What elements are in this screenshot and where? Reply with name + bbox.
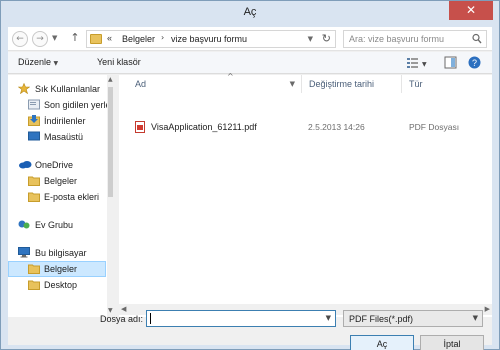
view-dropdown-icon[interactable]: ▼ [422, 58, 427, 68]
breadcrumb-overflow[interactable]: « [107, 33, 112, 43]
nav-item-label: Sık Kullanılanlar [35, 84, 101, 94]
breadcrumb-separator-icon[interactable]: › [161, 33, 164, 42]
nav-item-homegroup[interactable]: Ev Grubu [8, 217, 106, 233]
nav-item-onedrive[interactable]: OneDrive [8, 157, 106, 173]
organize-label: Düzenle [18, 57, 52, 67]
view-options-icon[interactable] [406, 56, 419, 69]
scroll-down-icon[interactable]: ▼ [108, 307, 113, 314]
file-name: VisaApplication_61211.pdf [151, 122, 257, 132]
file-type-filter[interactable]: PDF Files(*.pdf) ▼ [343, 310, 483, 327]
search-icon [472, 33, 482, 44]
folder-icon [28, 279, 40, 290]
column-header-type[interactable]: Tür [402, 75, 492, 93]
title-bar[interactable]: Aç ✕ [1, 1, 499, 27]
nav-item-label: İndirilenler [44, 116, 86, 126]
new-folder-button[interactable]: Yeni klasör [97, 57, 141, 67]
address-row: ← → ▼ ↑ « Belgeler › vize başvuru formu … [8, 27, 492, 51]
navigation-pane: Sık Kullanılanlar Son gidilen yerle İndi… [8, 75, 113, 317]
column-header-date[interactable]: Değiştirme tarihi [302, 75, 402, 93]
address-bar[interactable]: « Belgeler › vize başvuru formu ▼ ↻ [86, 30, 336, 48]
dialog-client: ← → ▼ ↑ « Belgeler › vize başvuru formu … [8, 27, 492, 350]
nav-item-favorites[interactable]: Sık Kullanılanlar [8, 81, 106, 97]
scroll-thumb[interactable] [108, 87, 113, 197]
nav-item-label: Bu bilgisayar [35, 248, 87, 258]
nav-item-desktop-folder[interactable]: Desktop [8, 277, 106, 293]
file-row[interactable]: VisaApplication_61211.pdf 2.5.2013 14:26… [119, 119, 492, 135]
open-button[interactable]: Aç [350, 335, 414, 350]
nav-item-label: Belgeler [44, 264, 78, 274]
search-input[interactable]: Ara: vize başvuru formu [343, 30, 487, 48]
navigation-scrollbar[interactable]: ▲ ▼ [107, 75, 113, 317]
breadcrumb-belgeler[interactable]: Belgeler [122, 34, 155, 44]
back-button[interactable]: ← [12, 31, 28, 47]
cloud-icon [18, 159, 32, 170]
nav-item-downloads[interactable]: İndirilenler [8, 113, 106, 129]
column-header-name[interactable]: Ad ^ ▼ [119, 72, 302, 93]
help-icon[interactable]: ? [468, 56, 481, 69]
folder-icon [28, 263, 40, 274]
nav-item-label: Belgeler [44, 176, 78, 186]
svg-text:?: ? [472, 58, 477, 68]
file-list: Ad ^ ▼ Değiştirme tarihi Tür VisaApplica… [119, 72, 492, 317]
desktop-icon [28, 131, 40, 142]
open-file-dialog: Aç ✕ ← → ▼ ↑ « Belgeler › vize başvuru f… [0, 0, 500, 350]
chevron-down-icon: ▼ [472, 314, 478, 322]
up-button[interactable]: ↑ [68, 31, 82, 47]
file-type-filter-value: PDF Files(*.pdf) [349, 314, 414, 324]
nav-item-recent-places[interactable]: Son gidilen yerle [8, 97, 111, 113]
nav-item-onedrive-documents[interactable]: Belgeler [8, 173, 106, 189]
nav-item-this-pc[interactable]: Bu bilgisayar [8, 245, 106, 261]
cancel-button[interactable]: İptal [420, 335, 484, 350]
chevron-down-icon: ▼ [53, 60, 59, 67]
file-type: PDF Dosyası [409, 122, 460, 132]
column-header-name-label: Ad [135, 79, 147, 89]
refresh-icon[interactable]: ↻ [322, 32, 331, 45]
sort-ascending-icon: ^ [227, 72, 234, 81]
nav-item-email-attachments[interactable]: E-posta ekleri [8, 189, 106, 205]
text-caret [150, 313, 151, 324]
star-icon [17, 82, 31, 95]
nav-item-label: E-posta ekleri [44, 192, 100, 202]
recent-places-icon [28, 99, 40, 110]
nav-item-label: Desktop [44, 280, 78, 290]
organize-menu[interactable]: Düzenle ▼ [18, 57, 58, 67]
preview-pane-icon[interactable] [444, 56, 457, 69]
address-dropdown-icon[interactable]: ▼ [308, 35, 313, 43]
nav-item-label: Son gidilen yerle [44, 100, 111, 110]
close-button[interactable]: ✕ [449, 1, 493, 20]
folder-icon [90, 34, 102, 44]
window-title: Aç [243, 6, 257, 18]
scroll-right-icon[interactable]: ▶ [485, 305, 490, 313]
command-toolbar: Düzenle ▼ Yeni klasör ▼ ? [8, 52, 492, 74]
downloads-icon [28, 115, 40, 126]
filename-label: Dosya adı: [100, 314, 144, 324]
dialog-footer: Dosya adı: ▼ PDF Files(*.pdf) ▼ Aç İptal [8, 310, 492, 350]
filename-field[interactable]: ▼ [146, 310, 336, 327]
search-placeholder: Ara: vize başvuru formu [349, 34, 445, 44]
breadcrumb-vize-basvuru-formu[interactable]: vize başvuru formu [171, 34, 247, 44]
nav-item-label: OneDrive [35, 160, 74, 170]
chevron-down-icon[interactable]: ▼ [326, 314, 331, 322]
folder-icon [28, 191, 40, 202]
file-date: 2.5.2013 14:26 [308, 122, 365, 132]
scroll-left-icon[interactable]: ◀ [121, 305, 126, 313]
folder-icon [28, 175, 40, 186]
nav-item-label: Masaüstü [44, 132, 84, 142]
nav-item-this-pc-documents[interactable]: Belgeler [8, 261, 106, 277]
recent-locations-dropdown[interactable]: ▼ [52, 34, 57, 42]
nav-item-label: Ev Grubu [35, 220, 74, 230]
computer-icon [18, 247, 30, 258]
forward-button[interactable]: → [32, 31, 48, 47]
nav-item-desktop[interactable]: Masaüstü [8, 129, 106, 145]
scroll-up-icon[interactable]: ▲ [108, 76, 113, 83]
chevron-down-icon[interactable]: ▼ [290, 80, 295, 88]
pdf-file-icon [135, 121, 145, 133]
homegroup-icon [18, 219, 30, 230]
